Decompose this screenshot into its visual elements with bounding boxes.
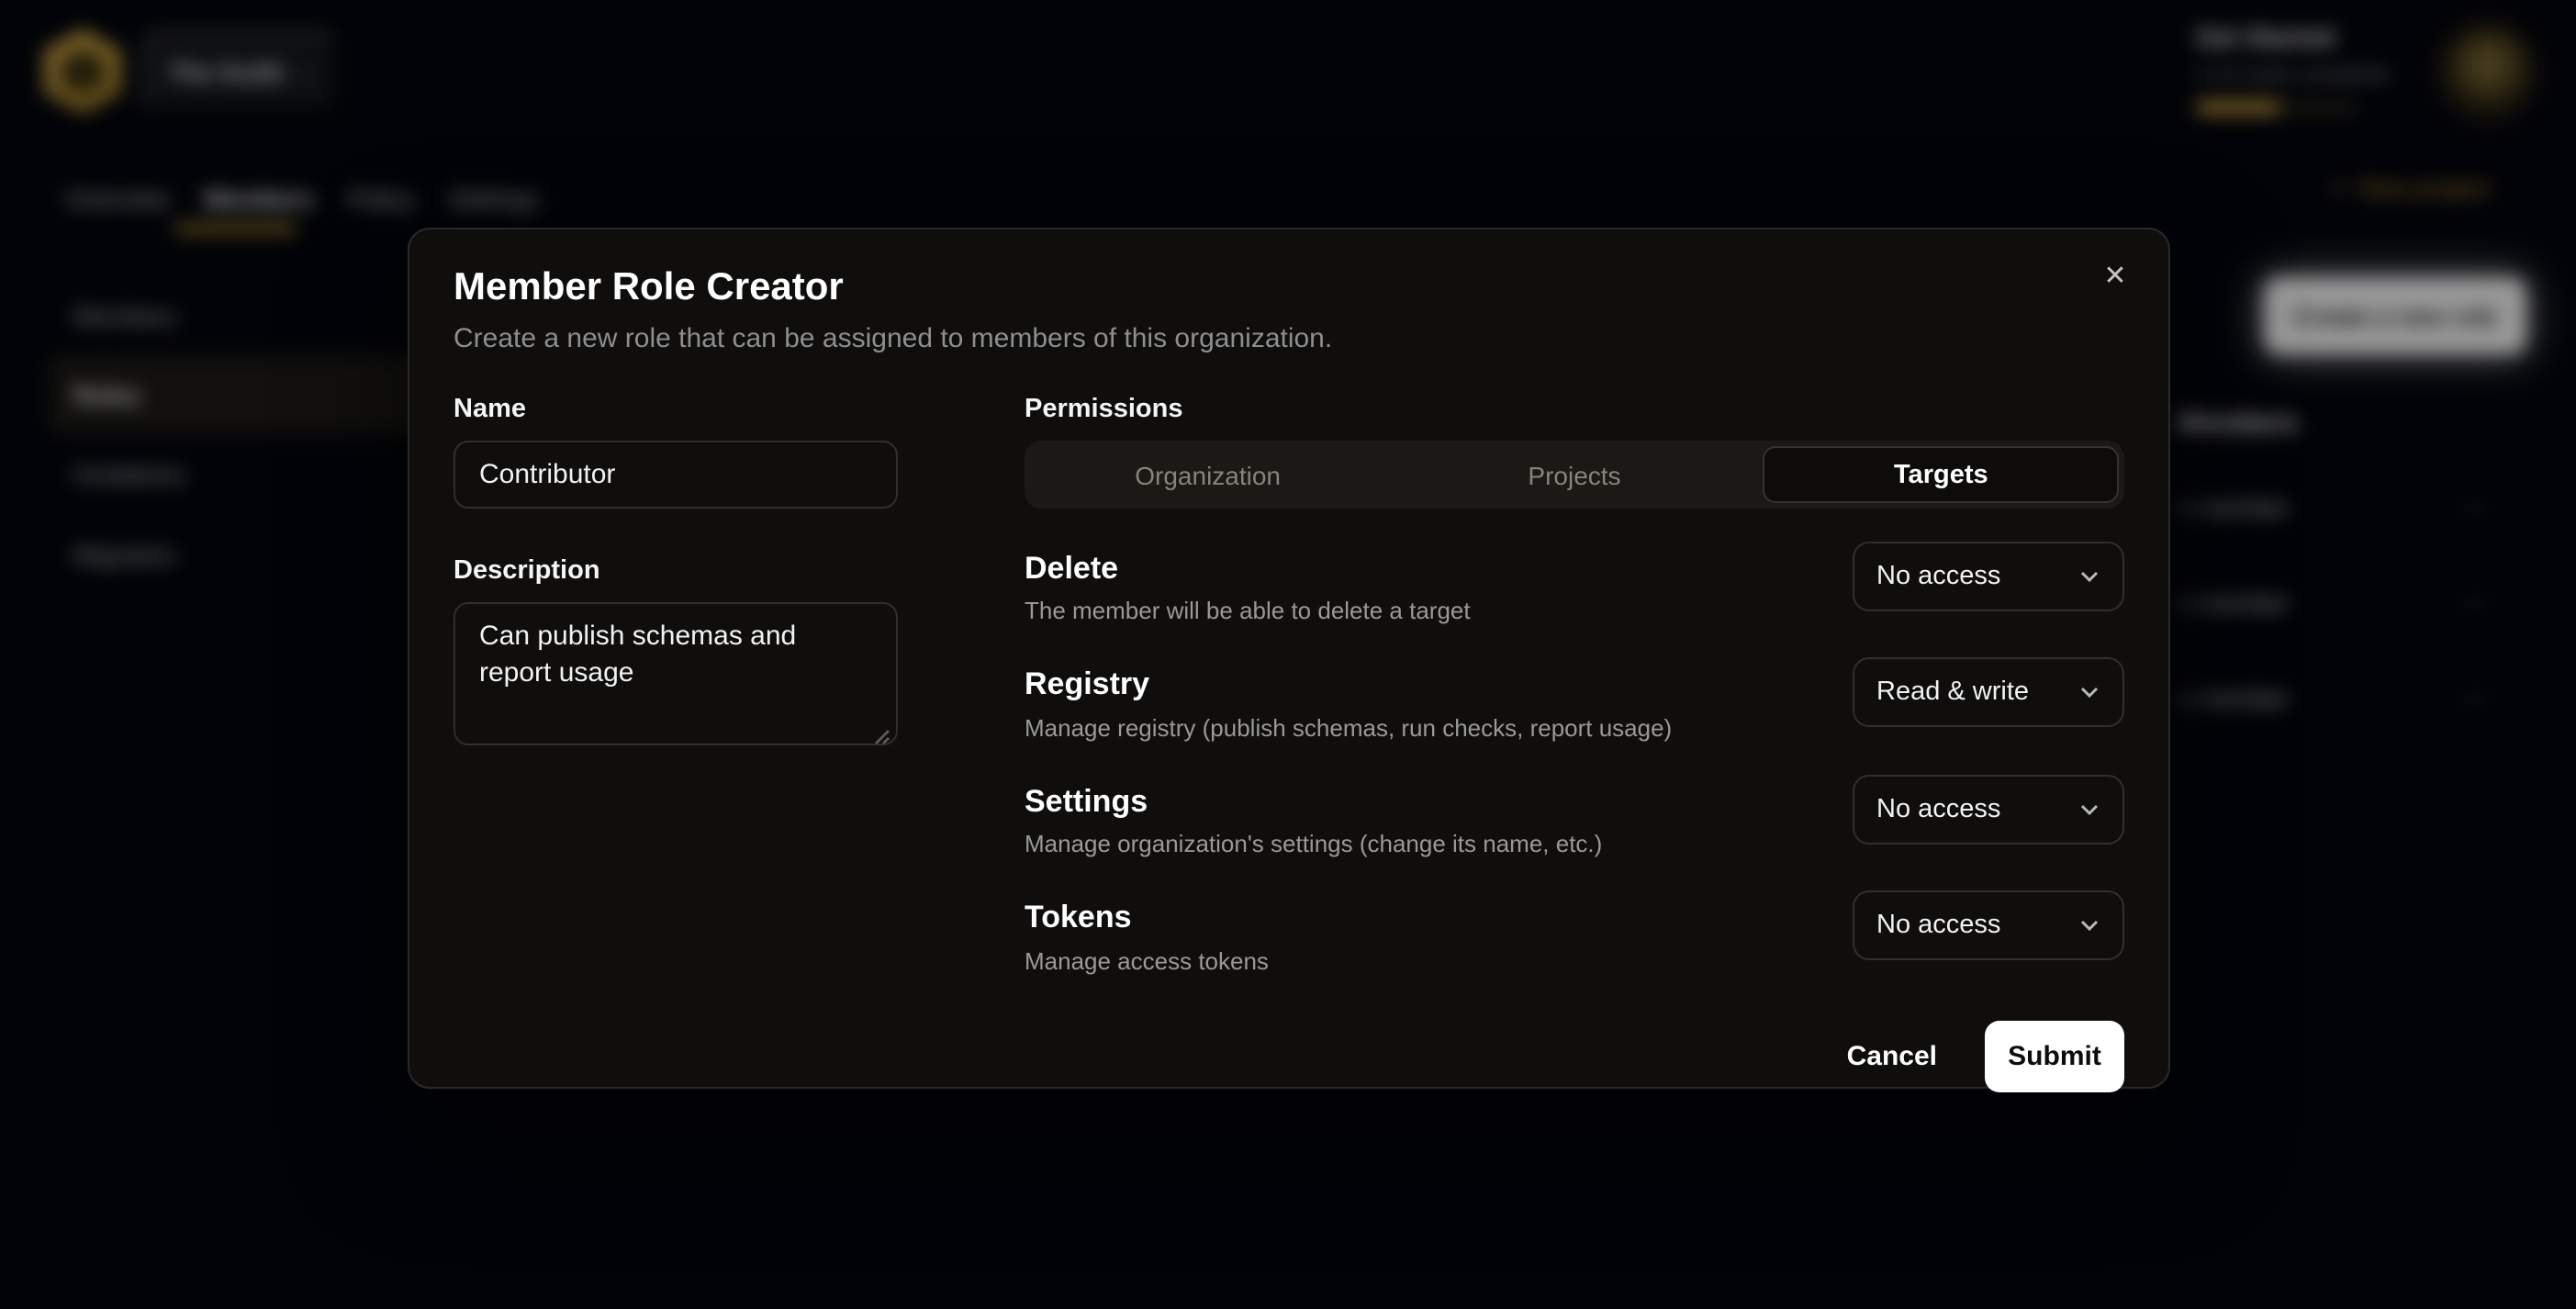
permission-title: Delete: [1025, 551, 1471, 588]
member-role-creator-dialog: ✕ Member Role Creator Create a new role …: [408, 228, 2170, 1089]
settings-access-select[interactable]: No access: [1853, 775, 2124, 845]
permissions-column: Permissions Organization Projects Target…: [1025, 395, 2124, 1091]
permission-text: Settings Manage organization's settings …: [1025, 775, 1602, 858]
permission-description: Manage access tokens: [1025, 946, 1269, 974]
permission-text: Registry Manage registry (publish schema…: [1025, 658, 1672, 742]
description-label: Description: [454, 556, 898, 586]
permission-row-registry: Registry Manage registry (publish schema…: [1025, 658, 2124, 742]
dialog-subtitle: Create a new role that can be assigned t…: [454, 323, 2124, 354]
tab-projects[interactable]: Projects: [1391, 441, 1757, 509]
dialog-footer: Cancel Submit: [1025, 1020, 2124, 1091]
permission-text: Delete The member will be able to delete…: [1025, 542, 1471, 625]
delete-access-select[interactable]: No access: [1853, 542, 2124, 611]
select-value: No access: [1876, 562, 2000, 591]
tab-organization[interactable]: Organization: [1025, 441, 1391, 509]
cancel-button[interactable]: Cancel: [1847, 1040, 1937, 1071]
chevron-down-icon: [2078, 799, 2100, 821]
select-value: No access: [1876, 911, 2000, 940]
name-label: Name: [454, 395, 898, 424]
role-details-column: Name Description Can publish schemas and…: [454, 395, 898, 1091]
chevron-down-icon: [2078, 565, 2100, 587]
select-value: No access: [1876, 795, 2000, 824]
chevron-down-icon: [2078, 914, 2100, 936]
permission-description: Manage registry (publish schemas, run ch…: [1025, 714, 1672, 742]
role-description-textarea[interactable]: Can publish schemas and report usage: [454, 602, 898, 745]
permissions-label: Permissions: [1025, 395, 2124, 424]
permission-title: Tokens: [1025, 900, 1269, 937]
permission-description: The member will be able to delete a targ…: [1025, 598, 1471, 625]
submit-button[interactable]: Submit: [1985, 1020, 2124, 1091]
permissions-scope-tabs: Organization Projects Targets: [1025, 441, 2124, 509]
permission-rows: Delete The member will be able to delete…: [1025, 542, 2124, 974]
tab-targets[interactable]: Targets: [1764, 446, 2119, 503]
registry-access-select[interactable]: Read & write: [1853, 658, 2124, 728]
permission-row-settings: Settings Manage organization's settings …: [1025, 775, 2124, 858]
permission-title: Settings: [1025, 784, 1602, 822]
close-icon[interactable]: ✕: [2095, 255, 2135, 296]
role-name-input[interactable]: [454, 441, 898, 509]
dialog-title: Member Role Creator: [454, 266, 2124, 310]
select-value: Read & write: [1876, 678, 2029, 708]
app-window: The Guild ⌄ Get Started 2 of 5 tasks com…: [0, 0, 2576, 1309]
permission-row-tokens: Tokens Manage access tokens No access: [1025, 890, 2124, 974]
tokens-access-select[interactable]: No access: [1853, 890, 2124, 960]
chevron-down-icon: [2078, 682, 2100, 704]
permission-description: Manage organization's settings (change i…: [1025, 830, 1602, 857]
permission-text: Tokens Manage access tokens: [1025, 890, 1269, 974]
permission-title: Registry: [1025, 667, 1672, 705]
permission-row-delete: Delete The member will be able to delete…: [1025, 542, 2124, 625]
